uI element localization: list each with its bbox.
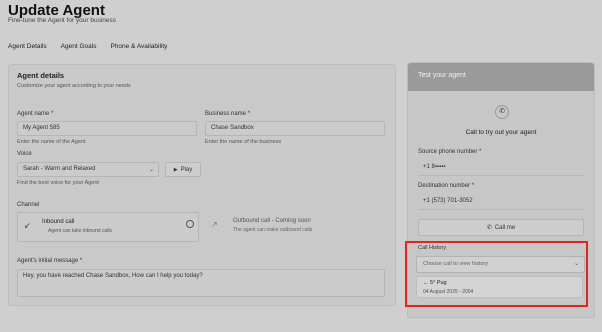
phone-icon: ✆: [495, 105, 509, 119]
initial-message-textarea[interactable]: Hey, you have reached Chase Sandbox, How…: [17, 269, 385, 297]
incoming-call-icon: ↙: [24, 221, 31, 230]
phone-call-icon: ✆: [486, 225, 492, 231]
agent-name-input[interactable]: My Agent 585: [17, 121, 197, 136]
outbound-subtitle: The agent can make outbound calls: [233, 227, 313, 233]
play-voice-button[interactable]: ▶ Play: [165, 162, 201, 177]
agent-details-subtitle: Customize your agent according to your n…: [17, 83, 131, 89]
tab-agent-goals[interactable]: Agent Goals: [61, 43, 97, 50]
call-history-highlight: [405, 241, 588, 307]
outgoing-call-icon: ↗: [211, 220, 218, 229]
agent-name-help: Enter the name of the Agent: [17, 139, 86, 145]
voice-help: Find the best voice for your Agent: [17, 180, 99, 186]
channel-label: Channel: [17, 202, 40, 208]
source-number-select[interactable]: +1 8▪▪▪▪▪: [418, 161, 584, 176]
initial-message-label: Agent's initial message *: [17, 258, 83, 264]
call-me-button[interactable]: ✆ Call me: [418, 219, 584, 236]
tab-agent-details[interactable]: Agent Details: [8, 43, 47, 50]
voice-label: Voice: [17, 151, 32, 157]
inbound-call-option[interactable]: ↙ Inbound call Agent can take inbound ca…: [17, 212, 199, 242]
radio-selected-icon: [186, 220, 194, 228]
agent-details-card: Agent details Customize your agent accor…: [8, 64, 396, 306]
play-icon: ▶: [173, 166, 178, 173]
call-me-label: Call me: [494, 224, 516, 231]
inbound-subtitle: Agent can take inbound calls: [48, 228, 112, 234]
destination-number-input[interactable]: +1 (573) 701-3052: [418, 195, 584, 210]
play-label: Play: [180, 166, 193, 173]
business-name-input[interactable]: Chase Sandbox: [205, 121, 385, 136]
outbound-title: Outbound call - Coming soon: [233, 218, 311, 224]
outbound-call-option: ↗ Outbound call - Coming soon The agent …: [205, 212, 385, 240]
agent-details-title: Agent details: [17, 71, 65, 80]
agent-name-label: Agent name *: [17, 111, 54, 117]
voice-select-value: Sarah - Warm and Relaxed: [23, 166, 96, 172]
page-subtitle: Fine-tune the Agent for your business: [8, 17, 117, 24]
call-prompt: Call to try out your agent: [465, 129, 537, 136]
test-panel-header: Test your agent: [408, 63, 594, 91]
tab-bar: Agent Details Agent Goals Phone & Availa…: [8, 43, 167, 50]
test-panel-title: Test your agent: [418, 72, 466, 79]
voice-select[interactable]: Sarah - Warm and Relaxed ⌄: [17, 162, 159, 177]
business-name-label: Business name *: [205, 111, 251, 117]
business-name-help: Enter the name of the business: [205, 139, 282, 145]
inbound-title: Inbound call: [42, 219, 75, 225]
tab-phone-availability[interactable]: Phone & Availability: [110, 43, 167, 50]
destination-number-label: Destination number *: [418, 183, 475, 189]
chevron-down-icon: ⌄: [148, 167, 154, 173]
source-number-label: Source phone number *: [418, 149, 482, 155]
